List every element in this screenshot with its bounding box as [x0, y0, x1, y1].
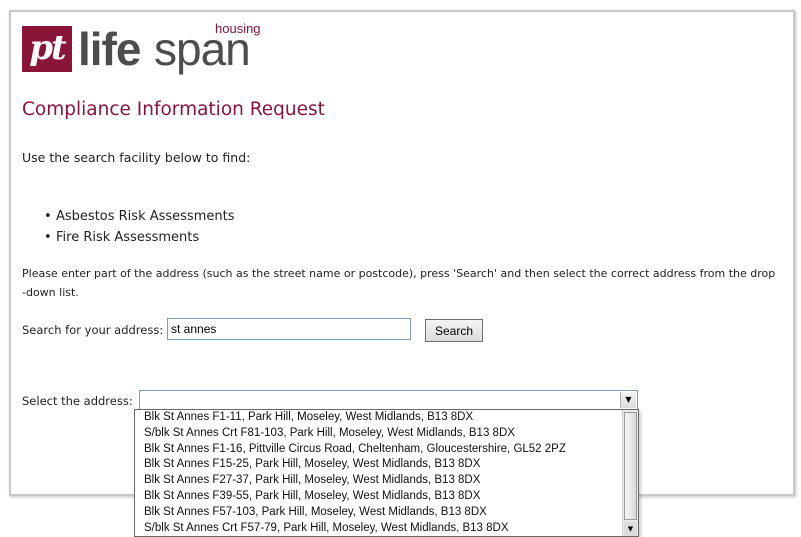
- address-option[interactable]: Blk St Annes F1-11, Park Hill, Moseley, …: [135, 410, 622, 426]
- address-option[interactable]: Blk St Annes F15-25, Park Hill, Moseley,…: [135, 457, 622, 473]
- page-title: Compliance Information Request: [22, 99, 325, 120]
- dropdown-scrollbar[interactable]: ▼: [622, 410, 638, 536]
- intro-text: Use the search facility below to find:: [22, 150, 251, 165]
- assessment-list: • Asbestos Risk Assessments • Fire Risk As…: [44, 206, 234, 248]
- address-option[interactable]: S/blk St Annes Crt F57-79, Park Hill, Mo…: [135, 521, 622, 536]
- list-item: • Fire Risk Assessments: [44, 227, 234, 248]
- search-button[interactable]: Search: [425, 319, 483, 342]
- address-select[interactable]: ▼: [139, 390, 638, 410]
- address-search-input[interactable]: [167, 318, 411, 340]
- select-address-label: Select the address:: [22, 394, 133, 408]
- address-option[interactable]: S/blk St Annes Crt F81-103, Park Hill, M…: [135, 426, 622, 442]
- bullet-icon: •: [44, 209, 52, 224]
- list-item-label: Asbestos Risk Assessments: [56, 209, 235, 224]
- address-option[interactable]: Blk St Annes F27-37, Park Hill, Moseley,…: [135, 473, 622, 489]
- logo-text-life: life: [78, 23, 141, 75]
- address-options: Blk St Annes F1-11, Park Hill, Moseley, …: [135, 410, 622, 536]
- search-label: Search for your address:: [22, 323, 164, 337]
- list-item-label: Fire Risk Assessments: [56, 230, 200, 245]
- list-item: • Asbestos Risk Assessments: [44, 206, 234, 227]
- address-dropdown-list[interactable]: Blk St Annes F1-11, Park Hill, Moseley, …: [134, 409, 639, 537]
- lifespan-logo: pt life span housing: [22, 21, 261, 76]
- address-option[interactable]: Blk St Annes F39-55, Park Hill, Moseley,…: [135, 489, 622, 505]
- logo-mark: pt: [22, 26, 72, 72]
- scrollbar-thumb[interactable]: [624, 412, 637, 520]
- address-option[interactable]: Blk St Annes F1-16, Pittville Circus Roa…: [135, 442, 622, 458]
- logo-text-housing: housing: [215, 21, 261, 36]
- instructions-text: Please enter part of the address (such a…: [22, 267, 776, 299]
- chevron-down-icon[interactable]: ▼: [620, 392, 636, 408]
- bullet-icon: •: [44, 230, 52, 245]
- address-option[interactable]: Blk St Annes F57-103, Park Hill, Moseley…: [135, 505, 622, 521]
- scroll-down-arrow-icon[interactable]: ▼: [624, 522, 637, 536]
